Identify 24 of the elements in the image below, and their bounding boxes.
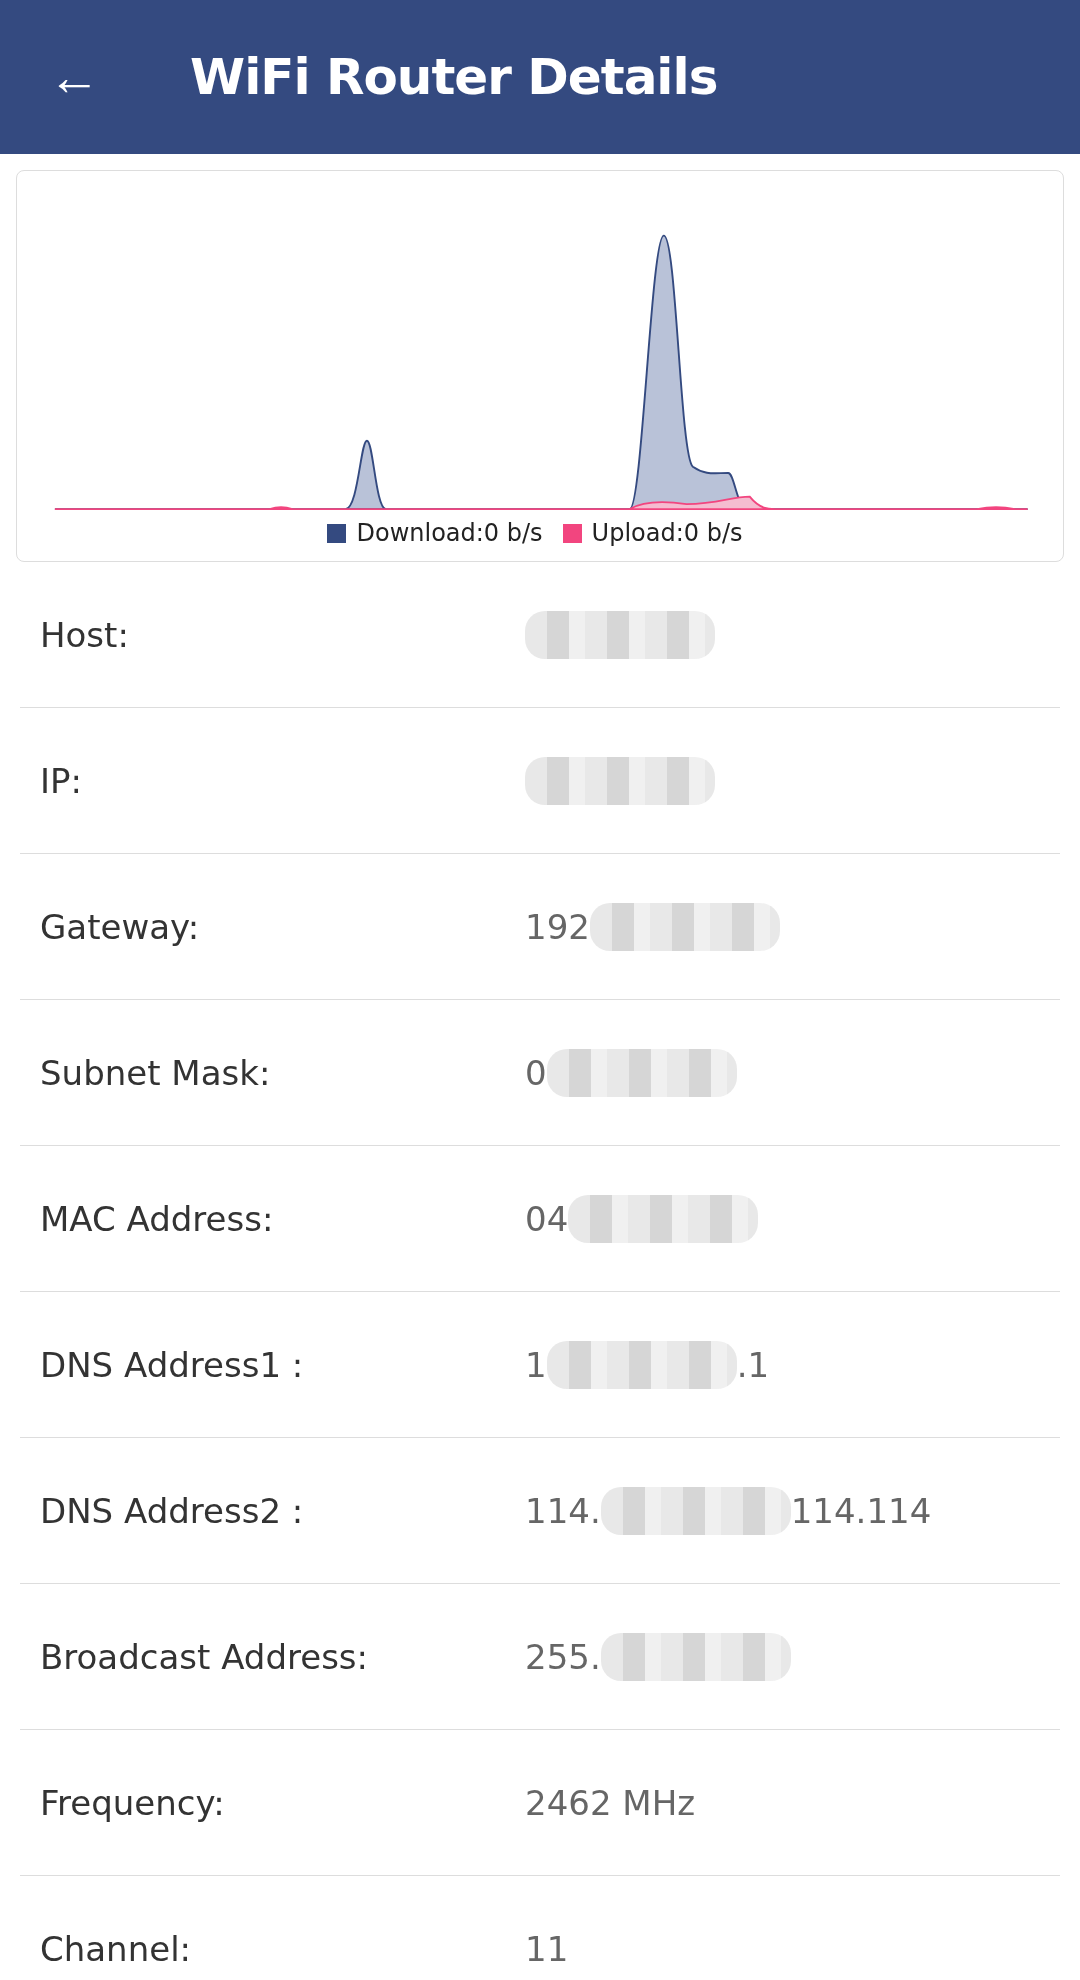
detail-label: DNS Address1 :	[40, 1344, 305, 1385]
detail-value: 11	[525, 1928, 569, 1969]
detail-value: 1	[525, 1344, 547, 1385]
back-button[interactable]: ←	[44, 42, 104, 112]
detail-label: Frequency:	[40, 1782, 226, 1823]
detail-value: .1	[736, 1344, 770, 1385]
legend-label: Upload:0 b/s	[591, 519, 743, 547]
detail-value: 114.	[525, 1490, 601, 1531]
detail-value: 192	[525, 906, 590, 947]
screen-title: WiFi Router Details	[190, 48, 718, 106]
detail-label: Channel:	[40, 1928, 193, 1969]
detail-value: 0	[525, 1052, 547, 1093]
detail-label: Broadcast Address:	[40, 1636, 369, 1677]
detail-label: MAC Address:	[40, 1198, 275, 1239]
detail-label: DNS Address2 :	[40, 1490, 305, 1531]
detail-value: 2462 MHz	[525, 1782, 696, 1823]
detail-label: Gateway:	[40, 906, 201, 947]
detail-label: IP:	[40, 760, 83, 801]
detail-value: 04	[525, 1198, 569, 1239]
detail-label: Subnet Mask:	[40, 1052, 272, 1093]
detail-value: 255.	[525, 1636, 601, 1677]
legend-label: Download:0 b/s	[356, 519, 543, 547]
detail-label: Host:	[40, 614, 130, 655]
detail-value: 114.114	[790, 1490, 932, 1531]
